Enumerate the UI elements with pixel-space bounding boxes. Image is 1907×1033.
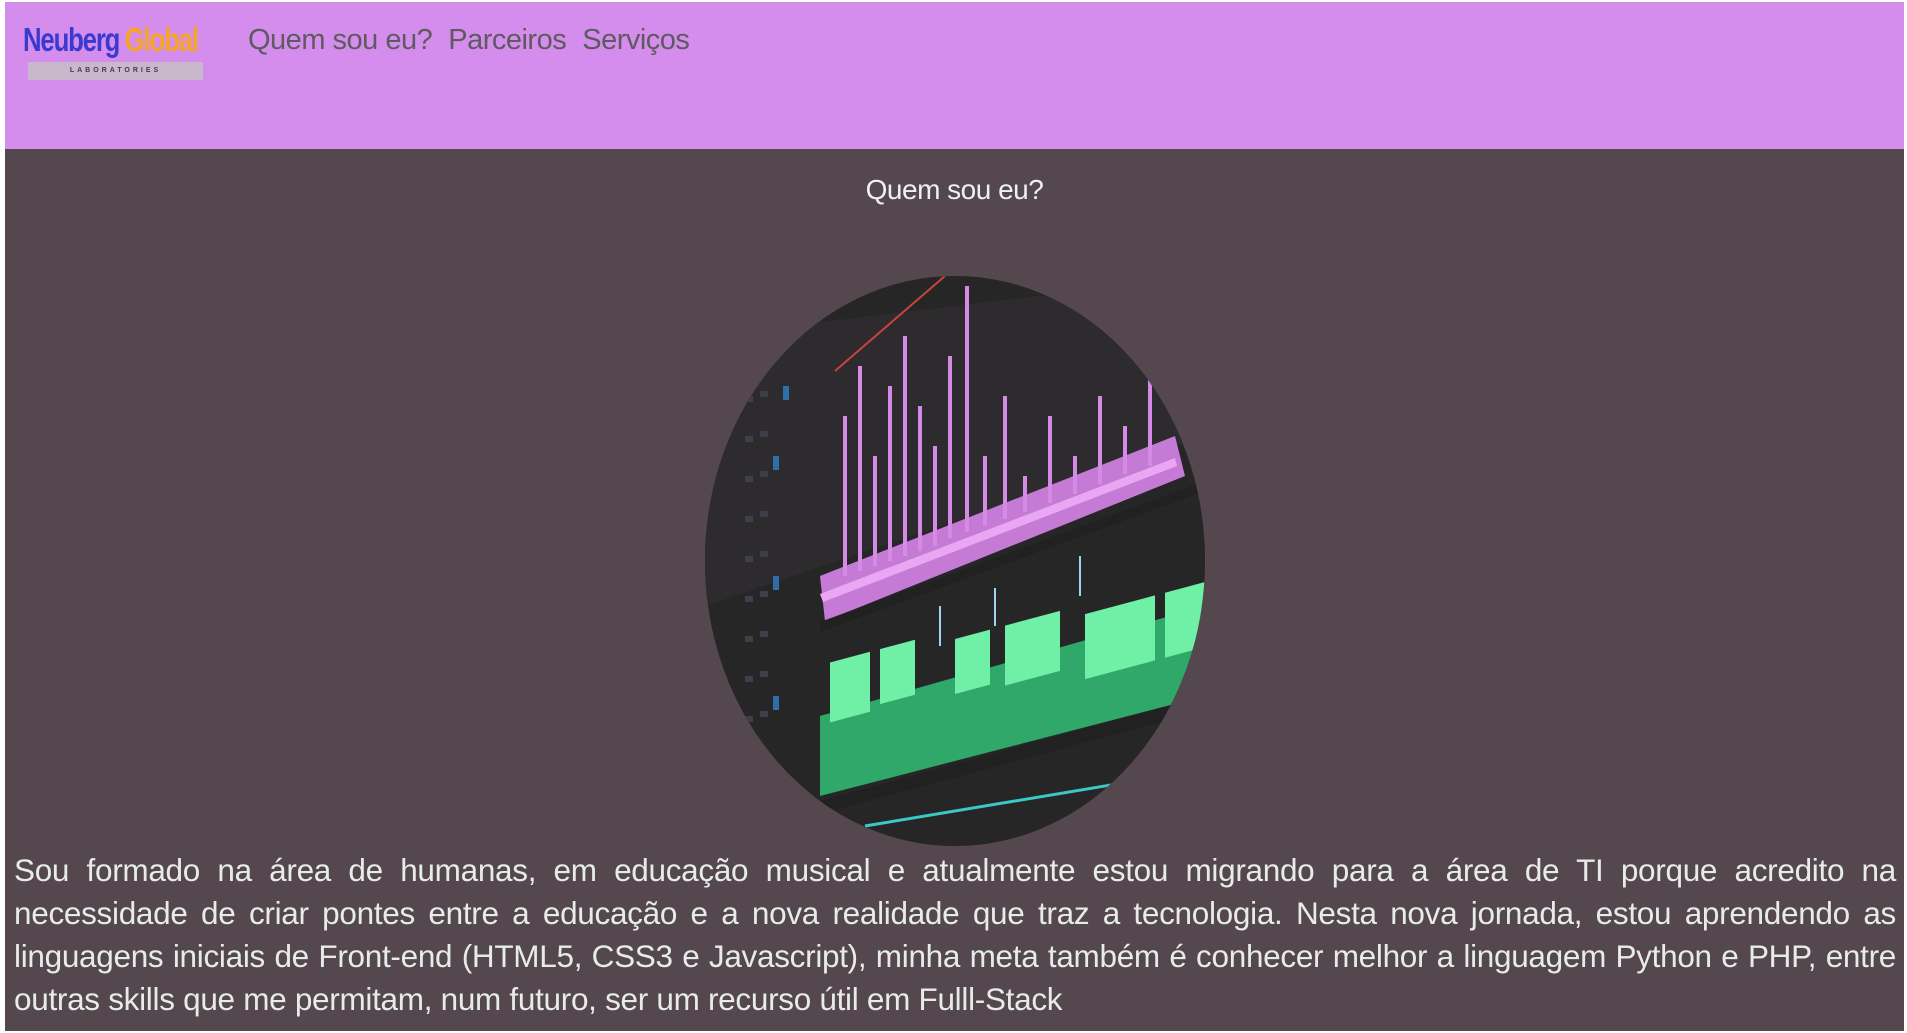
main-nav: Quem sou eu? Parceiros Serviços (248, 24, 690, 57)
hero-image (705, 276, 1205, 846)
section-title: Quem sou eu? (865, 174, 1044, 205)
bio-text: Sou formado na área de humanas, em educa… (14, 852, 1896, 1017)
nav-link-quem-sou-eu[interactable]: Quem sou eu? (248, 24, 433, 57)
nav-link-parceiros[interactable]: Parceiros (448, 24, 567, 57)
site-header: Neuberg Global LABORATORIES Quem sou eu?… (5, 2, 1904, 149)
logo-subtitle: LABORATORIES (28, 62, 203, 80)
nav-link-servicos[interactable]: Serviços (582, 24, 690, 57)
logo-word-neuberg: Neuberg (23, 21, 120, 58)
logo-word-global: Global (124, 21, 199, 58)
video-editing-timeline-illustration (705, 276, 1205, 846)
page: Neuberg Global LABORATORIES Quem sou eu?… (5, 2, 1904, 1031)
logo[interactable]: Neuberg Global LABORATORIES (23, 6, 203, 80)
logo-mark: Neuberg Global (23, 6, 199, 58)
